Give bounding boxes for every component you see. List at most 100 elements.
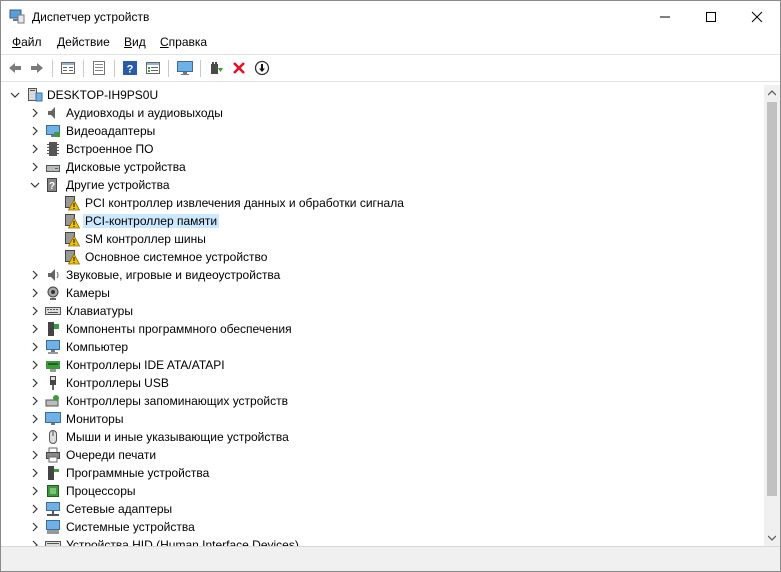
tree-category-sound[interactable]: Звуковые, игровые и видеоустройства — [1, 266, 764, 284]
chevron-right-icon[interactable] — [30, 288, 40, 298]
chevron-right-icon[interactable] — [30, 306, 40, 316]
device-label: Основное системное устройство — [85, 250, 268, 264]
device-manager-app-icon — [9, 9, 25, 24]
properties-button[interactable] — [58, 58, 78, 78]
scan-hardware-button[interactable] — [175, 58, 195, 78]
chevron-right-icon[interactable] — [30, 324, 40, 334]
tree-category-disk-drives[interactable]: Дисковые устройства — [1, 158, 764, 176]
menu-action-label: ействие — [65, 35, 110, 49]
device-tree[interactable]: DESKTOP-IH9PS0U Аудиовходы и аудиовыходы… — [1, 85, 764, 546]
chevron-right-icon[interactable] — [30, 522, 40, 532]
tree-category-usb-controllers[interactable]: Контроллеры USB — [1, 374, 764, 392]
computer-icon — [46, 340, 60, 354]
minimize-button[interactable] — [642, 1, 688, 32]
chevron-down-icon[interactable] — [10, 90, 20, 100]
scroll-down-button[interactable] — [764, 530, 780, 546]
tree-root-node[interactable]: DESKTOP-IH9PS0U — [1, 86, 764, 104]
toolbar-separator — [200, 60, 201, 77]
tree-category-storage-controllers[interactable]: Контроллеры запоминающих устройств — [1, 392, 764, 410]
chevron-right-icon[interactable] — [30, 432, 40, 442]
chevron-right-icon[interactable] — [30, 270, 40, 280]
category-label: Клавиатуры — [66, 304, 133, 318]
display-adapter-icon — [46, 125, 60, 137]
chevron-right-icon[interactable] — [30, 486, 40, 496]
category-label: Очереди печати — [66, 448, 157, 462]
category-label: Видеоадаптеры — [66, 124, 156, 138]
chevron-right-icon[interactable] — [30, 504, 40, 514]
chevron-right-icon[interactable] — [30, 360, 40, 370]
ide-controller-icon — [46, 361, 60, 372]
remove-device-button[interactable] — [229, 58, 249, 78]
tree-category-hid[interactable]: Устройства HID (Human Interface Devices) — [1, 536, 764, 546]
menu-help[interactable]: Справка — [160, 35, 207, 49]
chevron-right-icon[interactable] — [30, 144, 40, 154]
update-driver-icon — [211, 62, 223, 74]
tree-category-computer[interactable]: Компьютер — [1, 338, 764, 356]
storage-controller-icon — [45, 395, 59, 407]
scroll-up-button[interactable] — [764, 85, 780, 101]
chevron-right-icon[interactable] — [30, 126, 40, 136]
update-driver-button[interactable] — [206, 58, 226, 78]
menu-view[interactable]: Вид — [124, 35, 146, 49]
tree-device-base-system-device[interactable]: Основное системное устройство — [1, 248, 764, 266]
chevron-right-icon[interactable] — [30, 342, 40, 352]
mouse-icon — [49, 430, 57, 444]
help-button[interactable]: ? — [120, 58, 140, 78]
keyboard-icon — [45, 307, 61, 315]
chevron-right-icon[interactable] — [30, 396, 40, 406]
disable-device-button[interactable] — [252, 58, 272, 78]
forward-button[interactable] — [27, 58, 47, 78]
chevron-right-icon[interactable] — [30, 378, 40, 388]
menu-action[interactable]: Действие — [57, 35, 110, 49]
tree-category-monitors[interactable]: Мониторы — [1, 410, 764, 428]
title-bar[interactable]: Диспетчер устройств — [1, 1, 780, 32]
status-bar — [1, 546, 780, 571]
chevron-down-icon — [768, 535, 776, 541]
tree-category-network-adapters[interactable]: Сетевые адаптеры — [1, 500, 764, 518]
menu-view-label: ид — [132, 35, 146, 49]
toolbar: ? — [1, 54, 780, 82]
update-list-button[interactable] — [89, 58, 109, 78]
toolbar-separator — [52, 60, 53, 77]
audio-icon — [48, 107, 55, 119]
show-hidden-icon — [146, 62, 160, 74]
tree-category-system-devices[interactable]: Системные устройства — [1, 518, 764, 536]
chevron-right-icon[interactable] — [30, 414, 40, 424]
tree-category-software-devices[interactable]: Программные устройства — [1, 464, 764, 482]
maximize-button[interactable] — [688, 1, 734, 32]
tree-category-software-components[interactable]: Компоненты программного обеспечения — [1, 320, 764, 338]
tree-category-audio[interactable]: Аудиовходы и аудиовыходы — [1, 104, 764, 122]
chevron-right-icon[interactable] — [30, 162, 40, 172]
tree-category-display-adapters[interactable]: Видеоадаптеры — [1, 122, 764, 140]
tree-category-ide-controllers[interactable]: Контроллеры IDE ATA/ATAPI — [1, 356, 764, 374]
category-label: Мыши и иные указывающие устройства — [66, 430, 289, 444]
system-devices-icon — [46, 520, 60, 534]
menu-file[interactable]: Файл — [12, 35, 42, 49]
usb-icon — [50, 376, 56, 390]
tree-category-firmware[interactable]: Встроенное ПО — [1, 140, 764, 158]
back-button[interactable] — [5, 58, 25, 78]
category-label: Сетевые адаптеры — [66, 502, 173, 516]
category-label: Контроллеры запоминающих устройств — [66, 394, 288, 408]
tree-category-keyboards[interactable]: Клавиатуры — [1, 302, 764, 320]
chevron-down-icon[interactable] — [30, 180, 40, 190]
camera-icon — [47, 286, 59, 300]
show-hidden-button[interactable] — [143, 58, 163, 78]
tree-category-mice[interactable]: Мыши и иные указывающие устройства — [1, 428, 764, 446]
tree-category-processors[interactable]: Процессоры — [1, 482, 764, 500]
tree-device-sm-bus-controller[interactable]: SM контроллер шины — [1, 230, 764, 248]
chevron-right-icon[interactable] — [30, 468, 40, 478]
tree-device-pci-memory-controller[interactable]: PCI-контроллер памяти — [1, 212, 764, 230]
tree-category-print-queues[interactable]: Очереди печати — [1, 446, 764, 464]
close-button[interactable] — [734, 1, 780, 32]
tree-category-cameras[interactable]: Камеры — [1, 284, 764, 302]
toolbar-separator — [168, 60, 169, 77]
tree-category-other-devices[interactable]: ? Другие устройства — [1, 176, 764, 194]
update-list-icon — [93, 61, 105, 75]
chevron-right-icon[interactable] — [30, 108, 40, 118]
tree-device-pci-signal-processing[interactable]: PCI контроллер извлечения данных и обраб… — [1, 194, 764, 212]
chevron-right-icon[interactable] — [30, 450, 40, 460]
scrollbar-thumb[interactable] — [767, 102, 777, 496]
category-label: Мониторы — [66, 412, 124, 426]
vertical-scrollbar[interactable] — [764, 85, 780, 546]
